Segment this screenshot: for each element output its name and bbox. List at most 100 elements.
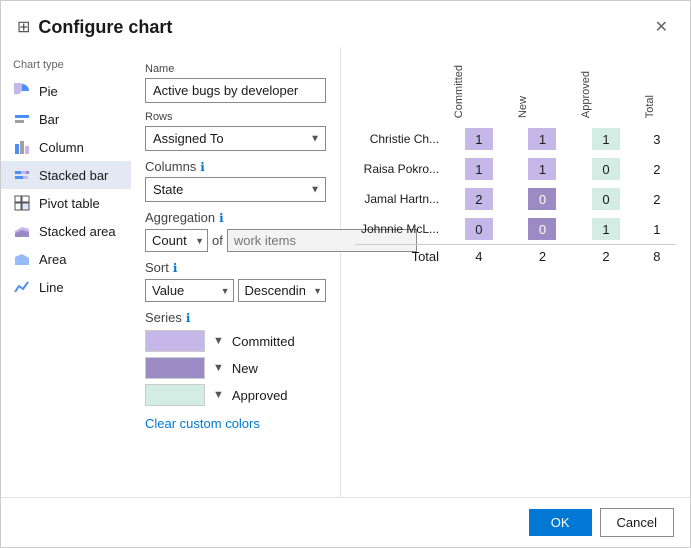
chart-type-column[interactable]: Column: [1, 133, 131, 161]
columns-info-icon[interactable]: ℹ: [200, 160, 205, 174]
close-button[interactable]: ✕: [649, 15, 674, 39]
cell-committed-0: 1: [447, 124, 511, 154]
aggregation-select[interactable]: Count: [145, 229, 208, 252]
aggregation-of-label: of: [212, 233, 223, 248]
chart-type-stacked-area-label: Stacked area: [39, 224, 116, 239]
cell-new-3: 0: [511, 214, 575, 245]
series-dropdown-new[interactable]: ▼: [211, 362, 226, 374]
sort-row: Value ▼ Descending ▼: [145, 279, 326, 302]
stacked-area-icon: [13, 222, 31, 240]
sort-order-select[interactable]: Descending: [238, 279, 327, 302]
chart-type-bar-label: Bar: [39, 112, 59, 127]
table-header-new: New: [511, 59, 575, 124]
configure-chart-dialog: ⊞ Configure chart ✕ Chart type Pie Bar: [0, 0, 691, 548]
chart-type-stacked-bar[interactable]: Stacked bar: [1, 161, 131, 189]
chart-type-line[interactable]: Line: [1, 273, 131, 301]
chart-type-panel: Chart type Pie Bar Column: [1, 47, 131, 497]
series-color-new[interactable]: [145, 357, 205, 379]
name-input[interactable]: [145, 78, 326, 103]
aggregation-info-icon[interactable]: ℹ: [219, 211, 224, 225]
rows-select[interactable]: Assigned To: [145, 126, 326, 151]
series-item-approved: ▼ Approved: [145, 384, 326, 406]
cell-new-2: 0: [511, 184, 575, 214]
series-info-icon[interactable]: ℹ: [186, 311, 191, 325]
dialog-title: Configure chart: [38, 17, 172, 38]
table-header-approved: Approved: [574, 59, 638, 124]
table-row: Raisa Pokro... 1 1 0 2: [355, 154, 676, 184]
title-bar: ⊞ Configure chart ✕: [1, 1, 690, 47]
bar-icon: [13, 110, 31, 128]
row-name-3: Johnnie McL...: [355, 214, 447, 245]
table-header-committed: Committed: [447, 59, 511, 124]
series-color-approved[interactable]: [145, 384, 205, 406]
chart-preview-panel: Committed New Approved Total: [341, 47, 690, 497]
rows-label: Rows: [145, 111, 326, 123]
sort-info-icon[interactable]: ℹ: [173, 261, 178, 275]
chart-type-pie[interactable]: Pie: [1, 77, 131, 105]
stacked-bar-icon: [13, 166, 31, 184]
sort-select[interactable]: Value: [145, 279, 234, 302]
series-name-new: New: [232, 361, 258, 376]
total-committed: 4: [447, 245, 511, 269]
chart-type-pie-label: Pie: [39, 84, 58, 99]
ok-button[interactable]: OK: [529, 509, 592, 536]
chart-type-column-label: Column: [39, 140, 84, 155]
cell-committed-1: 1: [447, 154, 511, 184]
sort-value-wrapper: Value ▼: [145, 279, 234, 302]
chart-data-table: Committed New Approved Total: [355, 59, 676, 268]
chart-type-area[interactable]: Area: [1, 245, 131, 273]
cell-total-1: 2: [638, 154, 676, 184]
agg-select-wrapper: Count ▼: [145, 229, 208, 252]
content-area: Chart type Pie Bar Column: [1, 47, 690, 497]
series-item-new: ▼ New: [145, 357, 326, 379]
cancel-button[interactable]: Cancel: [600, 508, 674, 537]
chart-type-pivot-table[interactable]: Pivot table: [1, 189, 131, 217]
series-dropdown-committed[interactable]: ▼: [211, 335, 226, 347]
chart-type-stacked-area[interactable]: Stacked area: [1, 217, 131, 245]
total-new: 2: [511, 245, 575, 269]
columns-label: Columns ℹ: [145, 159, 326, 174]
cell-committed-2: 2: [447, 184, 511, 214]
series-item-committed: ▼ Committed: [145, 330, 326, 352]
columns-select[interactable]: State: [145, 177, 326, 202]
pie-icon: [13, 82, 31, 100]
table-header-total: Total: [638, 59, 676, 124]
chart-type-area-label: Area: [39, 252, 66, 267]
total-label: Total: [355, 245, 447, 269]
row-name-1: Raisa Pokro...: [355, 154, 447, 184]
table-header-name: [355, 59, 447, 124]
area-icon: [13, 250, 31, 268]
chart-type-bar[interactable]: Bar: [1, 105, 131, 133]
total-approved: 2: [574, 245, 638, 269]
cell-total-3: 1: [638, 214, 676, 245]
cell-total-2: 2: [638, 184, 676, 214]
cell-approved-3: 1: [574, 214, 638, 245]
series-color-committed[interactable]: [145, 330, 205, 352]
table-row: Christie Ch... 1 1 1 3: [355, 124, 676, 154]
series-section: Series ℹ ▼ Committed ▼ New ▼ Approved: [145, 310, 326, 406]
footer: OK Cancel: [1, 497, 690, 547]
chart-icon: ⊞: [17, 17, 30, 37]
series-dropdown-approved[interactable]: ▼: [211, 389, 226, 401]
table-row: Johnnie McL... 0 0 1 1: [355, 214, 676, 245]
series-name-committed: Committed: [232, 334, 295, 349]
chart-type-section-label: Chart type: [1, 55, 131, 77]
aggregation-label: Aggregation ℹ: [145, 210, 326, 225]
row-name-0: Christie Ch...: [355, 124, 447, 154]
sort-label: Sort ℹ: [145, 260, 326, 275]
columns-select-wrapper: State ▼: [145, 177, 326, 202]
cell-new-0: 1: [511, 124, 575, 154]
chart-type-pivot-table-label: Pivot table: [39, 196, 100, 211]
rows-select-wrapper: Assigned To ▼: [145, 126, 326, 151]
table-total-row: Total 4 2 2 8: [355, 245, 676, 269]
aggregation-row: Count ▼ of: [145, 229, 326, 252]
settings-panel: Name Rows Assigned To ▼ Columns ℹ State …: [131, 47, 341, 497]
series-label: Series ℹ: [145, 310, 326, 325]
table-row: Jamal Hartn... 2 0 0 2: [355, 184, 676, 214]
line-icon: [13, 278, 31, 296]
cell-committed-3: 0: [447, 214, 511, 245]
sort-order-wrapper: Descending ▼: [238, 279, 327, 302]
clear-custom-colors-link[interactable]: Clear custom colors: [145, 416, 260, 431]
chart-type-stacked-bar-label: Stacked bar: [39, 168, 108, 183]
chart-type-line-label: Line: [39, 280, 64, 295]
